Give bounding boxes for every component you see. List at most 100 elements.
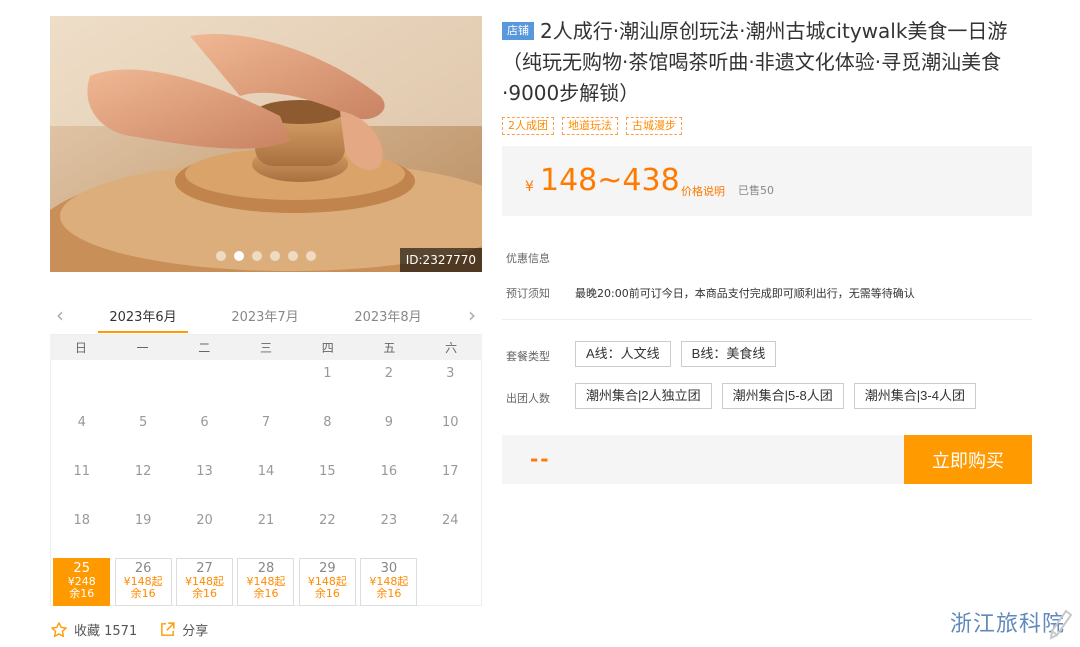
day-price-box[interactable]: 26 ¥148起 余16: [114, 558, 172, 606]
calendar-day: 18: [73, 513, 90, 528]
calendar-day: 24: [442, 513, 459, 528]
product-tag: 地道玩法: [562, 117, 618, 135]
weekday-label: 六: [445, 341, 458, 355]
package-type-label: 套餐类型: [506, 350, 550, 363]
calendar-day: [51, 360, 112, 409]
section-divider: [502, 319, 1032, 320]
day-stock: 余16: [69, 587, 95, 600]
calendar-day: 22: [319, 513, 336, 528]
buy-now-button[interactable]: 立即购买: [904, 435, 1032, 484]
favorite-count: 收藏 1571: [74, 624, 138, 639]
shop-badge: 店铺: [502, 22, 534, 40]
day-stock: 余16: [253, 587, 279, 600]
buy-bar: -- 立即购买: [502, 435, 1032, 484]
calendar-day-empty: [420, 556, 481, 605]
star-icon: [51, 621, 67, 637]
product-title-text: 2人成行·潮汕原创玩法·潮州古城citywalk美食一日游（纯玩无购物·茶馆喝茶…: [502, 19, 1008, 105]
product-actions: 收藏 1571 分享: [50, 620, 208, 639]
share-label: 分享: [182, 624, 209, 639]
calendar-day: [174, 360, 235, 409]
calendar-day-priced[interactable]: 28 ¥148起 余16: [235, 556, 296, 606]
package-option-a[interactable]: A线：人文线: [575, 341, 671, 367]
discount-info-row: 优惠信息: [506, 250, 550, 266]
group-size-label: 出团人数: [506, 392, 550, 405]
calendar-day: 9: [384, 415, 393, 430]
product-tags: 2人成团 地道玩法 古城漫步: [502, 117, 682, 135]
gallery-dot[interactable]: [288, 251, 298, 261]
share-button[interactable]: 分享: [159, 620, 208, 639]
weekday-label: 日: [74, 341, 87, 355]
calendar-day-priced[interactable]: 29 ¥148起 余16: [297, 556, 358, 606]
date-calendar: ‹ 2023年6月 2023年7月 2023年8月 › 日 一 二 三 四 五 …: [50, 298, 482, 610]
gallery-dot[interactable]: [306, 251, 316, 261]
calendar-day: 14: [257, 464, 275, 479]
group-option-2[interactable]: 潮州集合|2人独立团: [575, 383, 712, 409]
calendar-day-selected[interactable]: 25 ¥248 余16: [51, 556, 112, 606]
group-option-3-4[interactable]: 潮州集合|3-4人团: [853, 383, 976, 409]
pencil-icon: [1049, 609, 1073, 640]
calendar-day: 17: [442, 464, 459, 479]
day-stock: 余16: [314, 587, 340, 600]
day-stock: 余16: [130, 587, 156, 600]
product-title-block: 店铺 2人成行·潮汕原创玩法·潮州古城citywalk美食一日游（纯玩无购物·茶馆…: [502, 16, 1032, 109]
month-tabs: ‹ 2023年6月 2023年7月 2023年8月 ›: [50, 298, 482, 335]
day-price-box[interactable]: 25 ¥248 余16: [53, 558, 111, 606]
booking-label: 预订须知: [506, 287, 550, 300]
calendar-days: 1 2 3 4 5 6 7 8 9 10 11 12 13 14 15 16 1…: [50, 360, 482, 606]
month-tab-july[interactable]: 2023年7月: [220, 306, 310, 325]
price-currency: ¥: [525, 179, 534, 195]
day-price-box[interactable]: 27 ¥148起 余16: [176, 558, 234, 606]
group-option-5-8[interactable]: 潮州集合|5-8人团: [721, 383, 844, 409]
price-explain-link[interactable]: 价格说明: [681, 183, 725, 199]
prev-month-icon[interactable]: ‹: [56, 305, 64, 325]
day-price-box[interactable]: 28 ¥148起 余16: [237, 558, 295, 606]
gallery-dot-active[interactable]: [234, 251, 244, 261]
day-number: 25: [73, 561, 90, 576]
calendar-day: 15: [319, 464, 336, 479]
package-options: A线：人文线 B线：美食线: [575, 341, 777, 367]
pottery-wheel-photo: [50, 16, 482, 272]
calendar-day-priced[interactable]: 27 ¥148起 余16: [174, 556, 235, 606]
day-price-box[interactable]: 30 ¥148起 余16: [360, 558, 418, 606]
product-id-tag: ID:2327770: [399, 248, 482, 272]
calendar-day: 21: [257, 513, 275, 528]
weekday-label: 五: [383, 341, 396, 355]
price-range: 148~438: [540, 163, 680, 198]
calendar-day: 1: [323, 366, 332, 381]
gallery-dot[interactable]: [270, 251, 280, 261]
month-tab-june[interactable]: 2023年6月: [98, 306, 188, 333]
weekday-label: 一: [136, 341, 149, 355]
calendar-day: 20: [196, 513, 213, 528]
gallery-dot[interactable]: [216, 251, 226, 261]
calendar-day: 10: [442, 415, 459, 430]
calendar-day-priced[interactable]: 26 ¥148起 余16: [112, 556, 173, 606]
calendar-day-priced[interactable]: 30 ¥148起 余16: [358, 556, 419, 606]
calendar-day: 8: [323, 415, 332, 430]
day-price-box[interactable]: 29 ¥148起 余16: [298, 558, 356, 606]
calendar-day: 5: [138, 415, 148, 430]
calendar-day: [235, 360, 296, 409]
day-number: 26: [134, 561, 152, 576]
calendar-day: 13: [196, 464, 213, 479]
package-option-b[interactable]: B线：美食线: [680, 341, 777, 367]
weekday-label: 三: [259, 341, 272, 355]
group-options: 潮州集合|2人独立团 潮州集合|5-8人团 潮州集合|3-4人团: [575, 383, 976, 409]
calendar-day: 7: [261, 415, 271, 430]
calendar-day: 23: [380, 513, 398, 528]
total-price: --: [530, 447, 551, 471]
month-tab-august[interactable]: 2023年8月: [343, 306, 433, 325]
gallery-dot[interactable]: [252, 251, 262, 261]
favorite-button[interactable]: 收藏 1571: [50, 620, 137, 639]
calendar-day: 2: [384, 366, 393, 381]
calendar-day: 11: [73, 464, 90, 479]
next-month-icon[interactable]: ›: [468, 305, 476, 325]
product-tag: 2人成团: [502, 117, 554, 135]
product-gallery[interactable]: ID:2327770: [50, 16, 482, 272]
day-stock: 余16: [376, 587, 402, 600]
price-box: ¥ 148~438 价格说明 已售50: [502, 146, 1032, 216]
booking-text: 最晚20:00前可订今日，本商品支付完成即可顺利出行，无需等待确认: [575, 287, 915, 300]
calendar-day: 3: [446, 366, 455, 381]
product-title: 店铺 2人成行·潮汕原创玩法·潮州古城citywalk美食一日游（纯玩无购物·茶馆…: [502, 16, 1032, 109]
weekday-header: 日 一 二 三 四 五 六: [50, 335, 482, 360]
day-number: 30: [380, 561, 398, 576]
